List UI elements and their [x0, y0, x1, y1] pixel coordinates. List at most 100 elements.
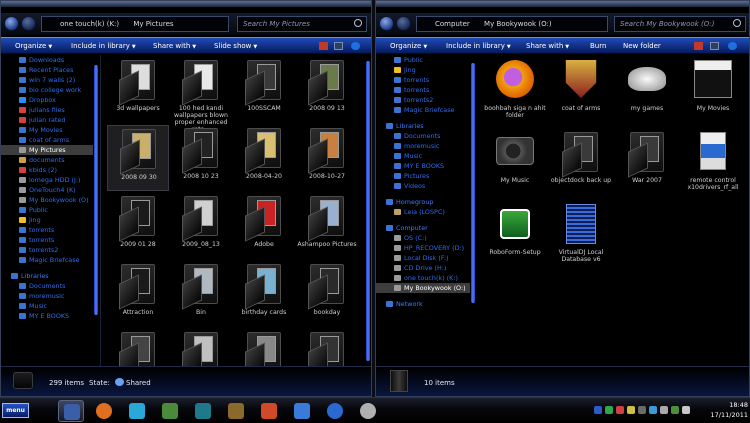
folder-item[interactable]: 2008-04-20: [233, 125, 295, 191]
nav-item[interactable]: torrents2: [1, 245, 100, 255]
nav-item[interactable]: Public: [1, 205, 100, 215]
file-item[interactable]: boohbah siga n ahit folder: [484, 57, 546, 123]
search-icon[interactable]: [733, 19, 741, 27]
folder-item[interactable]: 2008-10-27: [296, 125, 358, 191]
phone-app-taskbar-button[interactable]: [223, 400, 249, 422]
nav-item[interactable]: Computer: [376, 223, 470, 233]
nav-item[interactable]: jing: [1, 215, 100, 225]
nav-item[interactable]: torrents: [1, 235, 100, 245]
tray-icon[interactable]: [638, 406, 646, 414]
nav-item[interactable]: HP_RECOVERY (D:): [376, 243, 470, 253]
nav-item[interactable]: Libraries: [376, 121, 470, 131]
forward-button[interactable]: [396, 16, 411, 31]
window-titlebar[interactable]: [1, 1, 371, 7]
file-item[interactable]: coat of arms: [550, 57, 612, 123]
nav-item[interactable]: Documents: [376, 131, 470, 141]
search-input[interactable]: Search My Pictures: [237, 16, 367, 32]
puzzle-app-taskbar-button[interactable]: [289, 400, 315, 422]
search-icon[interactable]: [354, 19, 362, 27]
folder-item[interactable]: 3d wallpapers: [107, 57, 169, 123]
file-item[interactable]: My Movies: [682, 57, 744, 123]
content-scroll-thumb[interactable]: [366, 61, 370, 361]
nav-item[interactable]: Music: [1, 301, 100, 311]
nav-item[interactable]: Pictures: [376, 171, 470, 181]
nav-item[interactable]: documents: [1, 155, 100, 165]
back-button[interactable]: [379, 16, 394, 31]
new-folder-button[interactable]: New folder: [623, 38, 661, 54]
nav-item[interactable]: moremusic: [376, 141, 470, 151]
nav-item[interactable]: My Pictures: [1, 145, 100, 155]
nav-item[interactable]: Libraries: [1, 271, 100, 281]
nav-item[interactable]: jing: [376, 65, 470, 75]
tray-icon[interactable]: [627, 406, 635, 414]
content-scrollbar[interactable]: [365, 55, 371, 367]
monitor-app-taskbar-button[interactable]: [124, 400, 150, 422]
nav-item[interactable]: My Bookywook (O): [1, 195, 100, 205]
forward-button[interactable]: [21, 16, 36, 31]
breadcrumb-segment[interactable]: one touch(k) (K:): [60, 20, 119, 28]
nav-item[interactable]: CD Drive (H:): [376, 263, 470, 273]
address-bar[interactable]: Computer My Bookywook (O:): [416, 16, 608, 32]
share-with-button[interactable]: Share with ▼: [153, 38, 196, 55]
breadcrumb-segment[interactable]: Computer: [435, 20, 470, 28]
address-bar[interactable]: one touch(k) (K:) My Pictures: [41, 16, 229, 32]
nav-item[interactable]: Recent Places: [1, 65, 100, 75]
dream-app-taskbar-button[interactable]: [256, 400, 282, 422]
nav-item[interactable]: Network: [376, 299, 470, 309]
maxthon-app-taskbar-button[interactable]: [322, 400, 348, 422]
nav-item[interactable]: lomega HDD (J:): [1, 175, 100, 185]
folder-item[interactable]: birthday cards: [233, 261, 295, 327]
tray-icon[interactable]: [649, 406, 657, 414]
folder-item[interactable]: Ashampoo Pictures: [296, 193, 358, 259]
view-options-icon[interactable]: [694, 42, 703, 50]
organize-button[interactable]: Organize ▼: [390, 38, 427, 55]
toolbox-app-taskbar-button[interactable]: [157, 400, 183, 422]
nav-scroll-thumb[interactable]: [471, 63, 475, 303]
tray-icon[interactable]: [616, 406, 624, 414]
file-item[interactable]: RoboForm-Setup: [484, 201, 546, 267]
file-item[interactable]: VirtualDJ Local Database v6: [550, 201, 612, 267]
volume-icon[interactable]: [660, 406, 668, 414]
nav-item[interactable]: Downloads: [1, 55, 100, 65]
nav-item[interactable]: OS (C:): [376, 233, 470, 243]
nav-item[interactable]: julians files: [1, 105, 100, 115]
nav-item[interactable]: Music: [376, 151, 470, 161]
folder-item[interactable]: 100SSCAM: [233, 57, 295, 123]
folder-item[interactable]: 2009_08_13: [170, 193, 232, 259]
breadcrumb-segment[interactable]: My Bookywook (O:): [484, 20, 552, 28]
start-button[interactable]: menu: [2, 403, 29, 418]
nav-item[interactable]: julian rated: [1, 115, 100, 125]
nav-item[interactable]: MY E BOOKS: [376, 161, 470, 171]
include-in-library-button[interactable]: Include in library ▼: [71, 38, 136, 55]
nav-item[interactable]: win 7 walls (2): [1, 75, 100, 85]
preview-pane-icon[interactable]: [710, 42, 719, 50]
folder-item[interactable]: 2008 09 30: [107, 125, 169, 191]
nav-item[interactable]: Magic Briefcase: [1, 255, 100, 265]
hp-app-taskbar-button[interactable]: [355, 400, 381, 422]
nav-item[interactable]: coat of arms: [1, 135, 100, 145]
nav-item[interactable]: Videos: [376, 181, 470, 191]
nav-item[interactable]: MY E BOOKS: [1, 311, 100, 321]
window-titlebar[interactable]: [376, 1, 749, 7]
folder-item[interactable]: 100 hed kandi wallpapers blown proper en…: [170, 57, 232, 133]
breadcrumb-segment[interactable]: My Pictures: [133, 20, 173, 28]
tray-icon[interactable]: [605, 406, 613, 414]
include-in-library-button[interactable]: Include in library ▼: [446, 38, 511, 55]
nav-item[interactable]: My Bookywook (O:): [376, 283, 470, 293]
folder-item[interactable]: War 2007: [616, 129, 678, 195]
burn-button[interactable]: Burn: [590, 38, 606, 54]
nav-item[interactable]: My Movies: [1, 125, 100, 135]
folder-item[interactable]: 2008 09 13: [296, 57, 358, 123]
nav-item[interactable]: torrents2: [376, 95, 470, 105]
file-item[interactable]: my games: [616, 57, 678, 123]
firefox-taskbar-button[interactable]: [91, 400, 117, 422]
nav-item[interactable]: Homegroup: [376, 197, 470, 207]
help-icon[interactable]: [351, 42, 360, 50]
network-status-icon[interactable]: [671, 406, 679, 414]
nav-item[interactable]: torrents: [1, 225, 100, 235]
nav-item[interactable]: OneTouch4 (K): [1, 185, 100, 195]
view-options-icon[interactable]: [319, 42, 328, 50]
windows-explorer-taskbar-button[interactable]: [58, 400, 84, 422]
help-icon[interactable]: [728, 42, 737, 50]
clock[interactable]: 18:48 17/11/2011: [692, 400, 748, 420]
